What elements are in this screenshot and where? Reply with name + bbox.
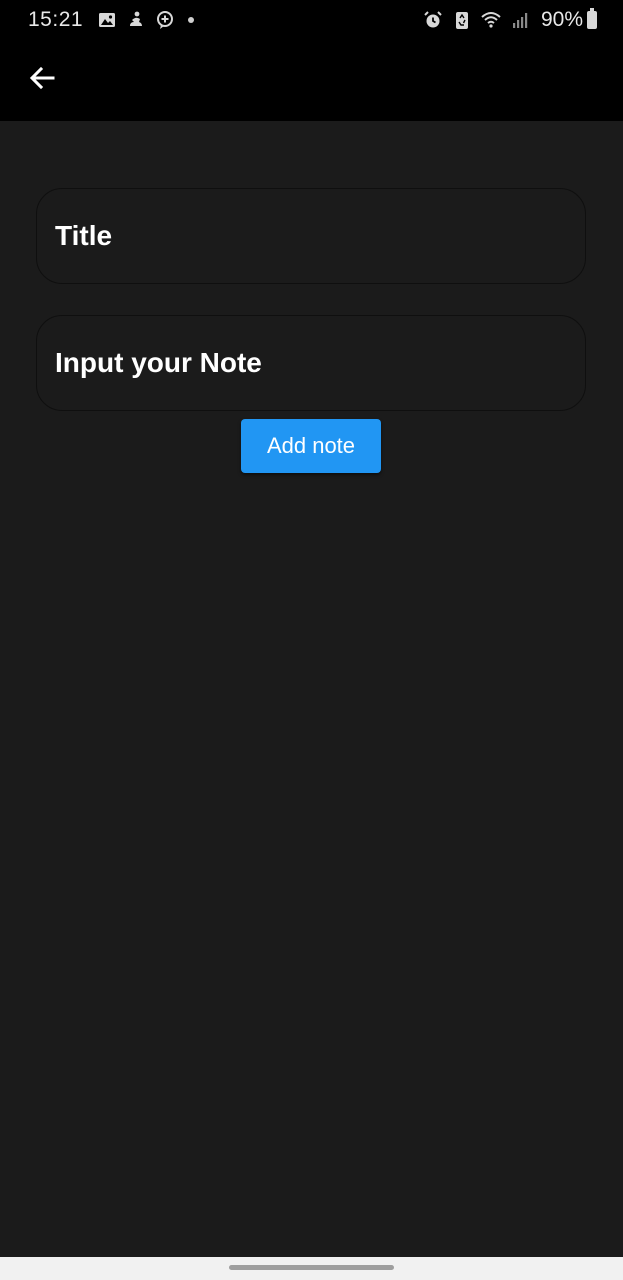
note-field[interactable] [36, 315, 586, 411]
alarm-icon [423, 10, 443, 30]
status-left: 15:21 [28, 8, 195, 32]
gallery-icon [97, 10, 117, 30]
back-button[interactable] [24, 60, 60, 96]
title-field[interactable] [36, 188, 586, 284]
battery-icon [587, 8, 597, 29]
status-bar: 15:21 90% [0, 0, 623, 40]
home-handle[interactable] [229, 1265, 394, 1270]
title-input[interactable] [55, 220, 585, 252]
recycle-icon [452, 10, 472, 30]
chat-plus-icon [155, 10, 175, 30]
note-input[interactable] [55, 347, 585, 379]
add-note-button[interactable]: Add note [241, 419, 381, 473]
status-right: 90% [423, 8, 597, 32]
signal-icon [510, 10, 530, 30]
wifi-icon [481, 10, 501, 30]
back-arrow-icon [29, 66, 55, 90]
notification-dot-icon [188, 17, 195, 23]
app-bar [0, 40, 623, 121]
figure-icon [126, 10, 146, 30]
status-time: 15:21 [28, 8, 84, 31]
battery-percent: 90% [540, 8, 583, 31]
navigation-bar [0, 1257, 623, 1280]
